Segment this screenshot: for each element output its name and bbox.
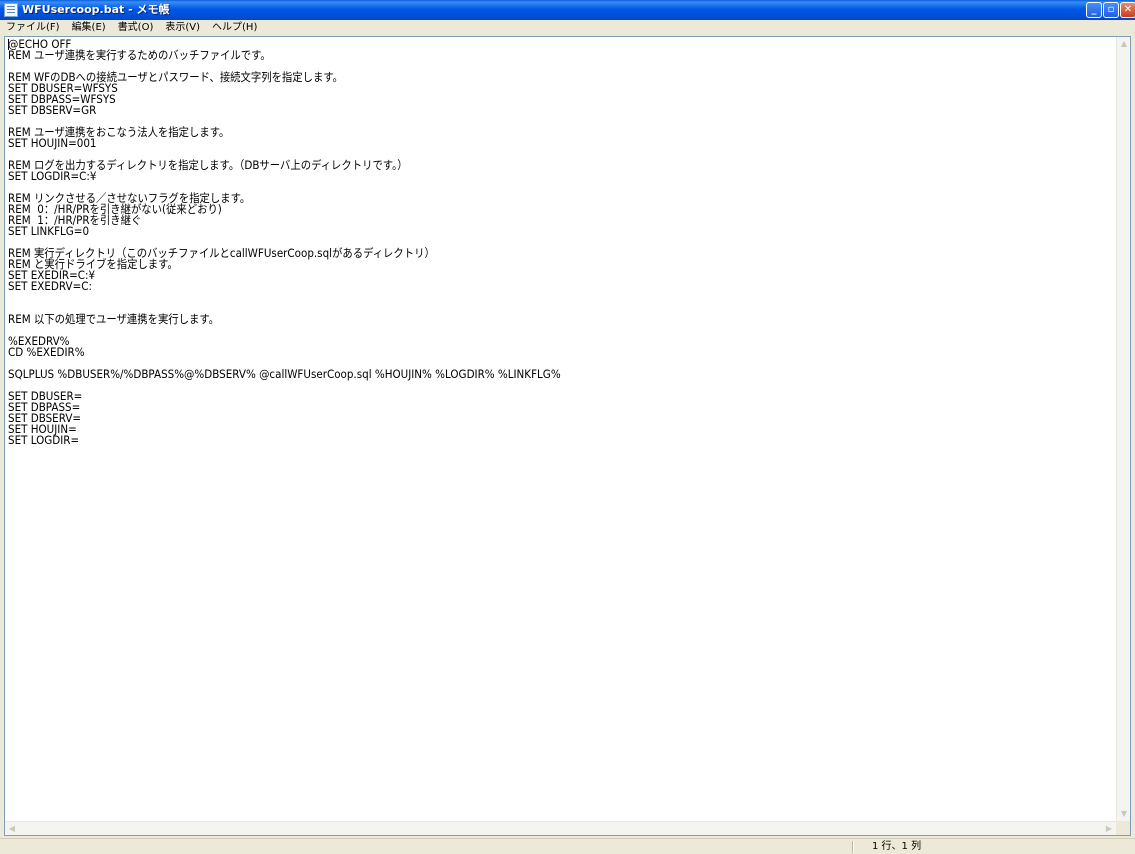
status-bar: 1 行、1 列 (0, 838, 1135, 854)
close-button[interactable]: ✕ (1120, 2, 1135, 18)
notepad-icon[interactable] (4, 3, 18, 17)
menu-format[interactable]: 書式(O) (112, 20, 160, 36)
menu-view[interactable]: 表示(V) (159, 20, 206, 36)
status-divider (852, 841, 853, 853)
text-editor[interactable]: @ECHO OFF REM ユーザ連携を実行するためのバッチファイルです。 RE… (4, 36, 1131, 836)
cursor-position: 1 行、1 列 (872, 841, 922, 852)
editor-content[interactable]: @ECHO OFF REM ユーザ連携を実行するためのバッチファイルです。 RE… (8, 38, 561, 446)
menu-edit[interactable]: 編集(E) (66, 20, 112, 36)
notepad-window: WFUsercoop.bat - メモ帳 _ ▫ ✕ ファイル(F) 編集(E)… (0, 0, 1135, 854)
maximize-button[interactable]: ▫ (1103, 2, 1119, 18)
menu-bar: ファイル(F) 編集(E) 書式(O) 表示(V) ヘルプ(H) (0, 20, 1135, 36)
window-title: WFUsercoop.bat - メモ帳 (22, 3, 170, 16)
title-bar[interactable]: WFUsercoop.bat - メモ帳 _ ▫ ✕ (0, 0, 1135, 20)
text-caret (8, 39, 9, 50)
scroll-right-arrow-icon[interactable]: ▶ (1103, 823, 1115, 835)
menu-help[interactable]: ヘルプ(H) (206, 20, 263, 36)
horizontal-scrollbar[interactable]: ◀ ▶ (5, 821, 1116, 835)
scroll-down-arrow-icon[interactable]: ▼ (1118, 808, 1130, 820)
vertical-scrollbar[interactable]: ▲ ▼ (1116, 37, 1130, 821)
minimize-button[interactable]: _ (1086, 2, 1102, 18)
scrollbar-corner (1116, 821, 1130, 835)
scroll-left-arrow-icon[interactable]: ◀ (6, 823, 18, 835)
menu-file[interactable]: ファイル(F) (0, 20, 66, 36)
scroll-up-arrow-icon[interactable]: ▲ (1118, 38, 1130, 50)
